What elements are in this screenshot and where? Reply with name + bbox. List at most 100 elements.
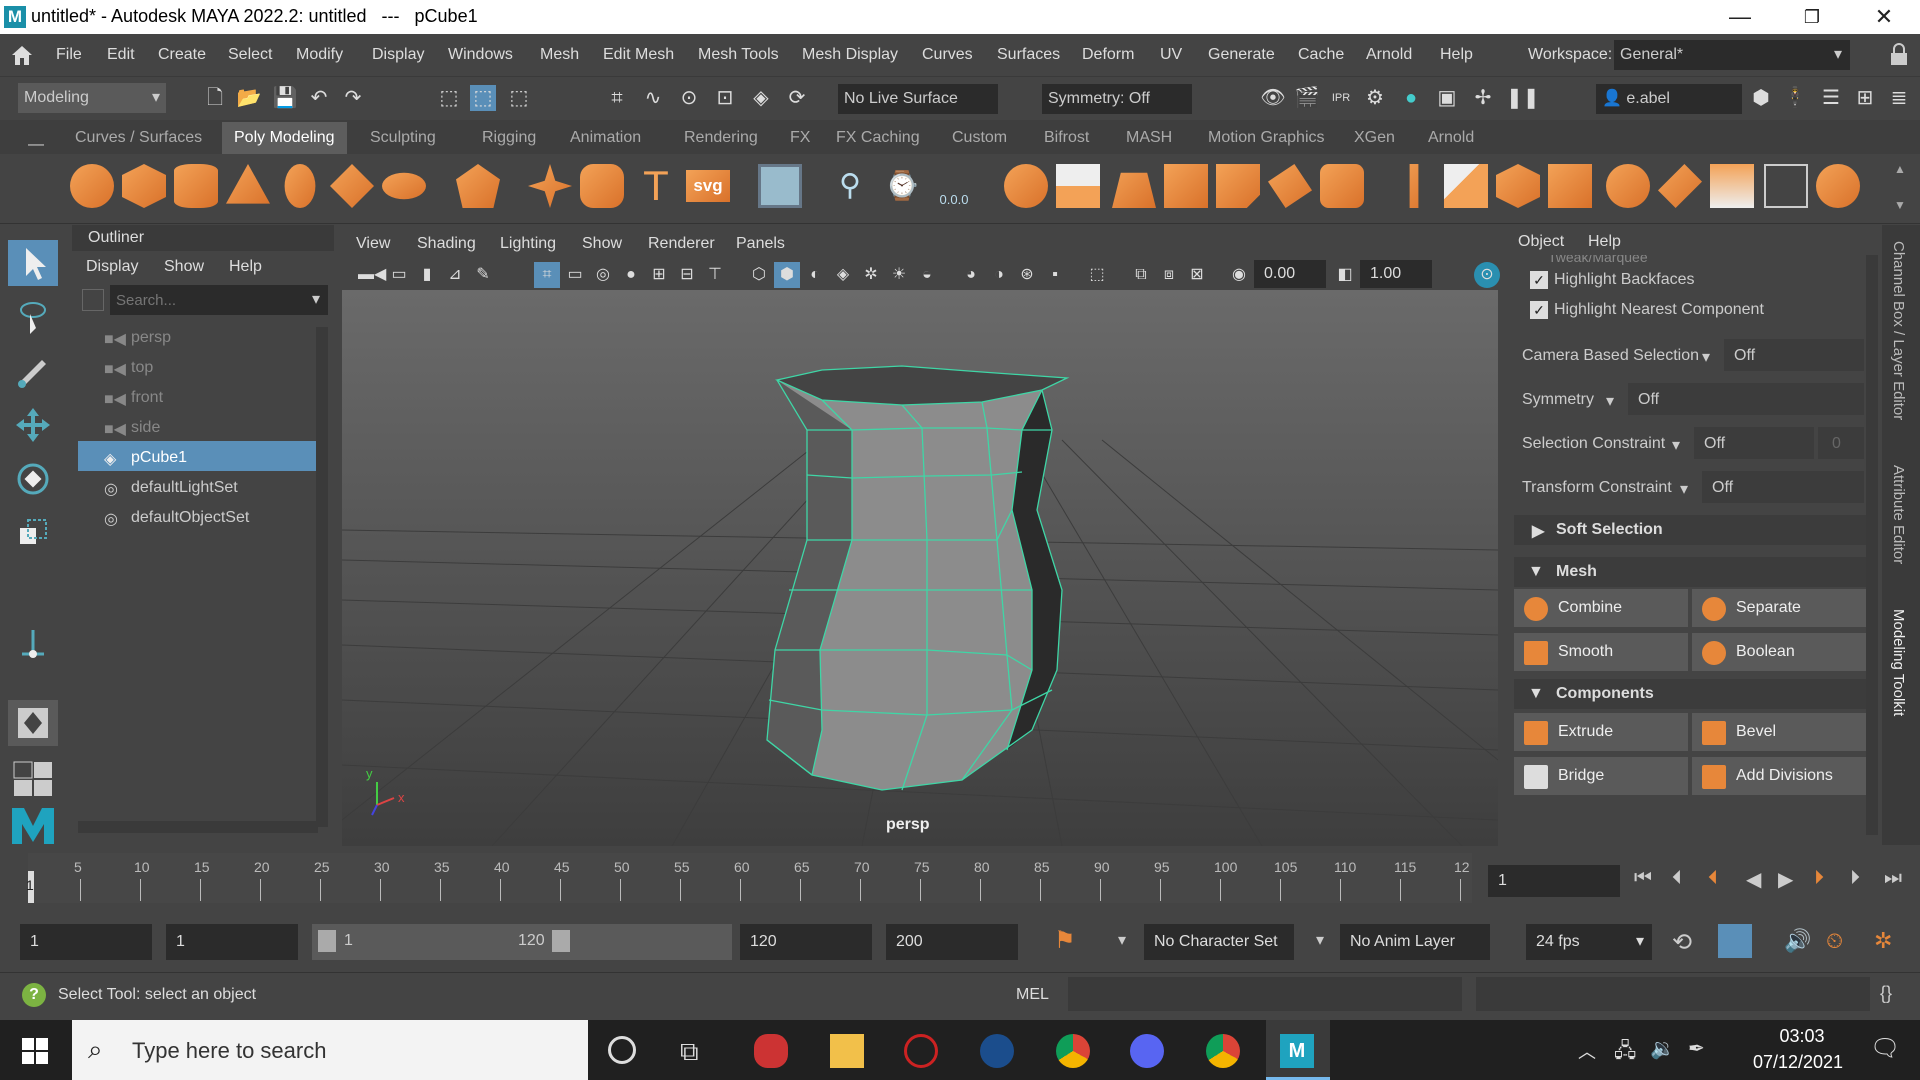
render-view-icon[interactable]: 👁 (1260, 85, 1286, 111)
pen-icon[interactable]: ✒ (1688, 1036, 1705, 1061)
layout-quad-button[interactable] (8, 756, 58, 802)
poke-icon[interactable] (1548, 164, 1592, 208)
menu-modify[interactable]: Modify (296, 46, 343, 64)
menu-file[interactable]: File (56, 46, 82, 64)
extrude-shelf-icon[interactable] (1409, 164, 1419, 208)
menu-select[interactable]: Select (228, 46, 272, 64)
select-tool-button[interactable] (8, 240, 58, 286)
highlight-backfaces-checkbox[interactable]: ✓ (1530, 271, 1548, 289)
menu-display[interactable]: Display (372, 46, 424, 64)
motion-blur-icon[interactable]: ◕ (958, 262, 984, 288)
cache-playback-icon[interactable] (1718, 924, 1752, 958)
use-lights-icon[interactable]: ✲ (858, 262, 884, 288)
ipr-render-icon[interactable]: IPR (1328, 85, 1354, 111)
snap-point-icon[interactable]: ⊙ (676, 85, 702, 111)
shelf-menu-icon[interactable]: — (28, 136, 44, 154)
viewport-menu-lighting[interactable]: Lighting (500, 235, 556, 253)
arnold-render-icon[interactable]: ▣ (1434, 85, 1460, 111)
discord-icon[interactable] (1130, 1034, 1164, 1068)
toolkit-menu-object[interactable]: Object (1518, 233, 1564, 251)
tab-fx-caching[interactable]: FX Caching (824, 122, 932, 154)
human-ik-icon[interactable]: 🕴 (1782, 85, 1808, 111)
step-back-icon[interactable]: ⏴ (1672, 867, 1682, 890)
step-back-key-icon[interactable]: ⏴ (1708, 867, 1718, 890)
steam-icon[interactable] (980, 1034, 1014, 1068)
render-frame-icon[interactable]: 🎬 (1294, 85, 1320, 111)
bookmark-icon[interactable]: ▮ (414, 262, 440, 288)
mel-command-input[interactable] (1068, 977, 1462, 1011)
poly-cone-icon[interactable] (226, 164, 270, 204)
tab-modeling-toolkit[interactable]: Modeling Toolkit (1890, 609, 1907, 716)
hypershade-icon[interactable]: ● (1398, 85, 1424, 111)
tab-attribute-editor[interactable]: Attribute Editor (1890, 465, 1907, 564)
menu-generate[interactable]: Generate (1208, 46, 1275, 64)
render-settings-icon[interactable]: ⚙ (1362, 85, 1388, 111)
playback-start-field[interactable]: 1 (166, 924, 298, 960)
exposure-icon[interactable]: ◉ (1226, 262, 1252, 288)
tab-arnold[interactable]: Arnold (1416, 122, 1486, 154)
camera-based-selection-label[interactable]: Camera Based Selection (1522, 347, 1699, 365)
measure-tool-icon[interactable]: ⚲ (828, 164, 872, 208)
target-weld-icon[interactable] (1764, 164, 1808, 208)
workspace-dropdown[interactable]: General* ▾ (1614, 40, 1850, 70)
anim-layer-field[interactable]: No Anim Layer (1340, 924, 1490, 960)
auto-key-icon[interactable]: ⚑ (1054, 926, 1076, 955)
tab-mash[interactable]: MASH (1114, 122, 1184, 154)
viewport-menu-panels[interactable]: Panels (736, 235, 785, 253)
bevel-shelf-icon[interactable] (1496, 164, 1540, 208)
separate-shelf-icon[interactable] (1056, 164, 1100, 208)
poly-cylinder-icon[interactable] (174, 164, 218, 208)
attribute-editor-icon[interactable]: ☰ (1818, 85, 1844, 111)
restore-button[interactable]: ❐ (1784, 0, 1840, 34)
mesh-section-header[interactable]: ▼ Mesh (1514, 557, 1866, 587)
shadows-icon[interactable]: ☀ (886, 262, 912, 288)
outliner-item-persp[interactable]: persp (131, 329, 171, 347)
isolate-select-icon[interactable]: ▪ (1042, 262, 1068, 288)
bridge-shelf-icon[interactable] (1444, 164, 1488, 208)
viewport-menu-renderer[interactable]: Renderer (648, 235, 715, 253)
outliner-item-side[interactable]: side (131, 419, 160, 437)
platonic-solid-icon[interactable] (456, 164, 500, 208)
symmetry-field[interactable]: Symmetry: Off (1042, 84, 1192, 114)
quad-draw-icon[interactable] (1816, 164, 1860, 208)
super-shape-icon[interactable] (528, 164, 572, 208)
outliner-hscrollbar[interactable] (78, 821, 318, 833)
volume-icon[interactable]: 🔉 (1650, 1036, 1675, 1061)
network-icon[interactable]: 🖧 (1614, 1036, 1636, 1070)
film-gate-icon[interactable]: ▭ (562, 262, 588, 288)
xray-icon[interactable]: ⬚ (1084, 262, 1110, 288)
chrome-icon[interactable] (1056, 1034, 1090, 1068)
backface-culling-icon[interactable]: ⊠ (1184, 262, 1210, 288)
select-camera-icon[interactable]: ▬◀ (358, 262, 386, 288)
bevel-button[interactable]: Bevel (1692, 713, 1866, 751)
tab-motion-graphics[interactable]: Motion Graphics (1196, 122, 1337, 154)
tool-settings-icon[interactable]: ⊞ (1852, 85, 1878, 111)
menu-create[interactable]: Create (158, 46, 206, 64)
play-forwards-icon[interactable]: ▶ (1778, 867, 1793, 892)
combine-shelf-icon[interactable] (1004, 164, 1048, 208)
shelf-scroll-down-icon[interactable]: ▼ (1894, 198, 1906, 212)
snap-live-icon[interactable]: ⟳ (784, 85, 810, 111)
safe-title-icon[interactable]: ⊤ (702, 262, 728, 288)
history-icon[interactable]: ⌚ (880, 164, 924, 208)
character-set-field[interactable]: No Character Set (1144, 924, 1294, 960)
menu-help[interactable]: Help (1440, 46, 1473, 64)
viewport-menu-show[interactable]: Show (582, 235, 622, 253)
tab-rendering[interactable]: Rendering (672, 122, 770, 154)
tab-sculpting[interactable]: Sculpting (358, 122, 448, 154)
task-view-icon[interactable]: ⧉ (680, 1036, 699, 1068)
smooth-shelf-icon[interactable] (1164, 164, 1208, 208)
grease-pencil-icon[interactable]: ✎ (470, 262, 496, 288)
show-manipulator-button[interactable] (8, 620, 58, 666)
davinci-icon[interactable] (904, 1034, 938, 1068)
clock-time[interactable]: 03:03 (1762, 1026, 1842, 1047)
chevron-down-icon[interactable]: ▾ (1672, 435, 1680, 455)
outliner-item-defaultlightset[interactable]: defaultLightSet (131, 479, 238, 497)
selection-constraint-number-field[interactable] (1818, 427, 1864, 459)
bridge-button[interactable]: Bridge (1514, 757, 1688, 795)
camera-attributes-icon[interactable]: ▭ (386, 262, 412, 288)
open-scene-icon[interactable]: 📂 (236, 85, 262, 111)
combine-button[interactable]: Combine (1514, 589, 1688, 627)
image-plane-icon[interactable]: ⊿ (442, 262, 468, 288)
menu-windows[interactable]: Windows (448, 46, 513, 64)
